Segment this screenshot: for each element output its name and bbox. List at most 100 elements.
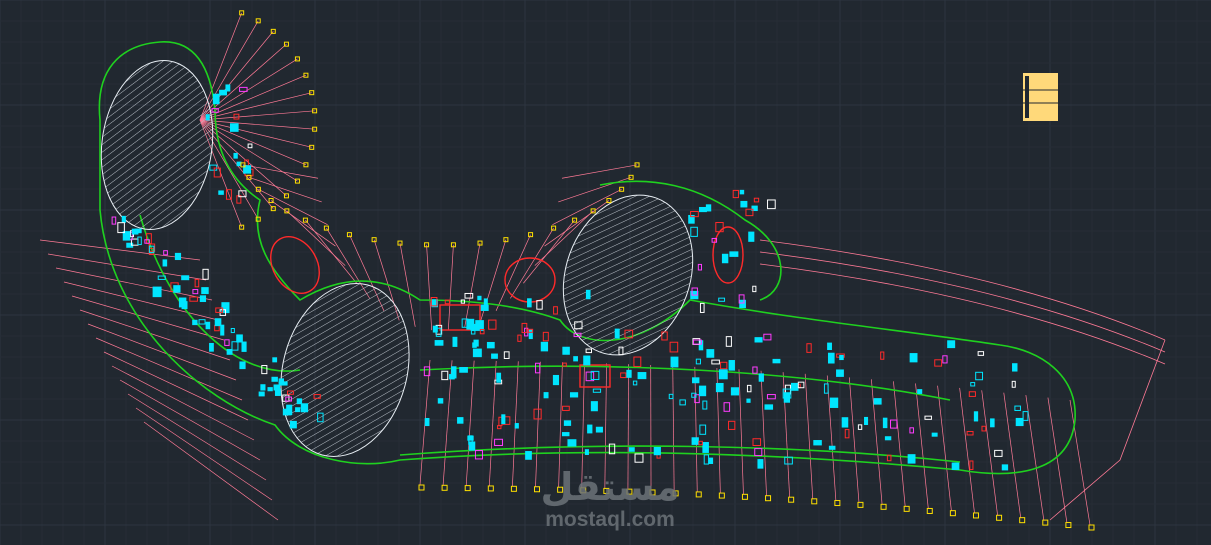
- grid-marker: [834, 500, 841, 507]
- column: [728, 360, 735, 371]
- column: [261, 365, 268, 375]
- radial-line: [782, 372, 791, 498]
- column: [690, 226, 698, 237]
- floor-plan-drawing[interactable]: [0, 0, 1211, 545]
- column: [562, 346, 570, 355]
- column: [973, 411, 979, 422]
- column: [590, 401, 598, 412]
- column: [634, 453, 644, 463]
- column: [836, 369, 844, 377]
- radial-line: [738, 369, 744, 495]
- column: [181, 275, 190, 281]
- radial-line: [199, 31, 274, 121]
- column: [194, 278, 200, 288]
- column: [797, 381, 805, 389]
- column: [1022, 411, 1029, 421]
- column: [496, 372, 502, 383]
- grid-marker: [972, 512, 979, 519]
- column: [764, 404, 774, 410]
- column: [569, 392, 579, 398]
- cad-model-space[interactable]: مستقل mostaql.com: [0, 0, 1211, 545]
- column: [698, 440, 703, 446]
- column: [178, 297, 187, 308]
- column: [699, 424, 707, 435]
- grid-marker: [949, 510, 956, 517]
- column: [189, 296, 198, 302]
- column: [267, 387, 273, 392]
- column: [844, 429, 850, 439]
- column: [491, 353, 498, 359]
- column: [884, 436, 892, 441]
- arc-line: [1049, 339, 1166, 521]
- grid-marker: [765, 495, 772, 502]
- column: [1011, 380, 1016, 388]
- radial-line: [127, 393, 267, 481]
- column: [829, 397, 839, 408]
- column: [828, 445, 836, 450]
- grid-marker: [695, 491, 702, 498]
- column: [702, 442, 709, 453]
- column: [201, 287, 209, 295]
- radial-line: [561, 164, 638, 179]
- column: [527, 298, 532, 308]
- grid-marker: [926, 507, 933, 514]
- column: [272, 357, 278, 363]
- column: [209, 342, 214, 352]
- column: [486, 341, 495, 349]
- column: [488, 319, 497, 330]
- column: [220, 324, 225, 336]
- radial-line: [87, 323, 237, 381]
- column: [806, 343, 812, 353]
- column: [562, 362, 567, 367]
- column: [296, 398, 303, 405]
- column: [839, 354, 844, 361]
- radial-line: [871, 379, 883, 505]
- column: [231, 341, 239, 351]
- column: [864, 416, 869, 426]
- arc-line: [759, 239, 1166, 341]
- column: [873, 398, 882, 405]
- column: [620, 372, 627, 379]
- column: [121, 215, 126, 223]
- column: [730, 387, 740, 396]
- column: [111, 216, 117, 225]
- column: [451, 366, 457, 377]
- column: [192, 319, 198, 326]
- column: [467, 435, 474, 441]
- radial-line: [447, 244, 454, 331]
- column: [192, 289, 199, 295]
- column: [540, 341, 549, 352]
- column: [525, 451, 532, 460]
- column: [752, 438, 762, 446]
- column: [705, 204, 712, 212]
- column: [162, 259, 168, 267]
- column: [212, 93, 220, 105]
- column: [909, 427, 914, 434]
- column: [214, 318, 222, 327]
- grid-marker: [718, 492, 725, 499]
- hatched-courtyards: [100, 59, 694, 458]
- column: [766, 394, 776, 400]
- column: [480, 304, 489, 311]
- column: [813, 440, 822, 446]
- column: [477, 295, 482, 301]
- column: [614, 328, 620, 339]
- column: [841, 417, 849, 428]
- column: [947, 340, 956, 349]
- grid-marker: [464, 485, 471, 492]
- column: [274, 388, 281, 396]
- column: [827, 352, 835, 364]
- column: [728, 420, 736, 430]
- column: [567, 439, 577, 447]
- column: [739, 189, 745, 195]
- title-block: [1023, 73, 1058, 121]
- column: [205, 321, 211, 330]
- column: [260, 384, 266, 391]
- column: [692, 377, 700, 384]
- column: [289, 420, 297, 429]
- column: [767, 199, 776, 210]
- column: [501, 414, 506, 425]
- column: [669, 341, 679, 353]
- column: [278, 381, 288, 386]
- column: [746, 398, 751, 403]
